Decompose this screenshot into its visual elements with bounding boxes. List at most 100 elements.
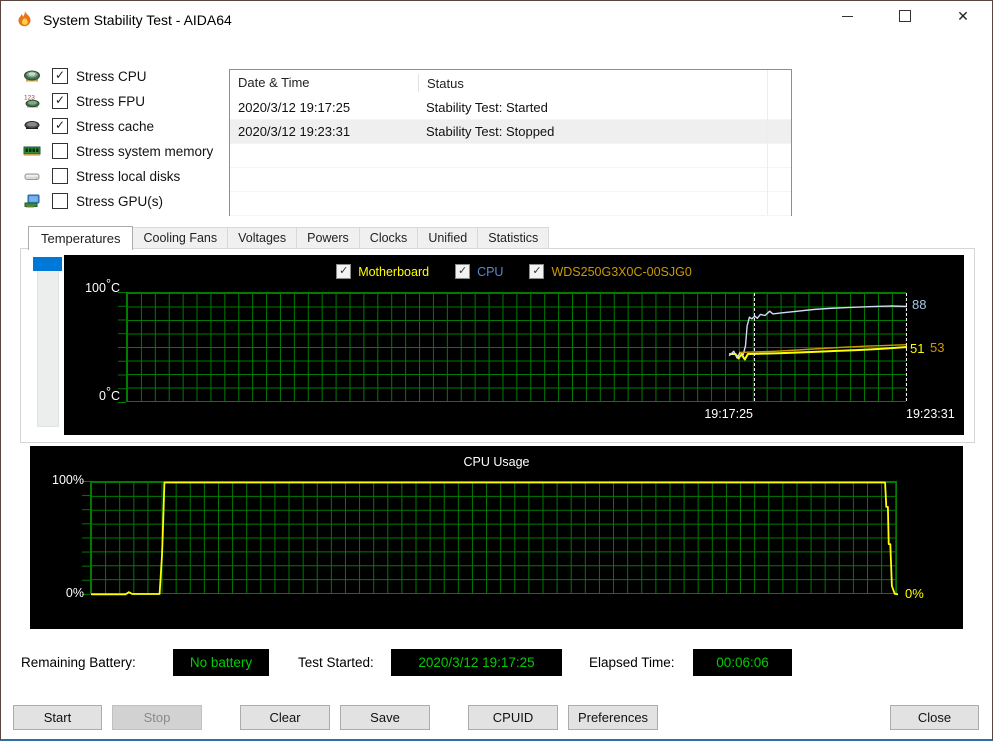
close-icon: ✕ <box>957 8 969 24</box>
drive-temp-value: 53 <box>930 340 945 355</box>
stress-option-label: Stress local disks <box>76 168 181 184</box>
table-row-empty[interactable] <box>230 168 791 192</box>
clear-button[interactable]: Clear <box>240 705 330 730</box>
stress-option-label: Stress CPU <box>76 68 147 84</box>
table-row-empty[interactable] <box>230 192 791 216</box>
column-header-status[interactable]: Status <box>419 76 464 91</box>
preferences-button[interactable]: Preferences <box>568 705 658 730</box>
stress-checkbox[interactable] <box>52 193 68 209</box>
stress-option-stress-cpu[interactable]: ✓ Stress CPU <box>23 65 213 87</box>
status-label-remaining-battery: Remaining Battery: <box>21 655 136 670</box>
stress-option-stress-cache[interactable]: ✓ Stress cache <box>23 115 213 137</box>
stop-button: Stop <box>112 705 202 730</box>
maximize-icon <box>899 10 911 22</box>
start-button[interactable]: Start <box>13 705 102 730</box>
stress-option-label: Stress cache <box>76 118 155 134</box>
fpu-icon: 123 <box>23 93 43 109</box>
log-status-cell: Stability Test: Stopped <box>426 124 555 139</box>
cpu-usage-title: CPU Usage <box>463 455 530 469</box>
cpu-usage-graph: CPU Usage 100% 0% 0% <box>30 446 963 629</box>
titlebar[interactable]: System Stability Test - AIDA64 ✕ <box>1 1 992 41</box>
table-row[interactable]: 2020/3/12 19:17:25 Stability Test: Start… <box>230 96 791 120</box>
temp-x-tick-start: 19:17:25 <box>704 407 753 421</box>
stress-option-label: Stress system memory <box>76 143 214 159</box>
cpu-y-ticks <box>82 481 90 595</box>
legend-item-cpu: ✓ CPU <box>455 264 503 279</box>
legend-label: Motherboard <box>358 264 430 279</box>
legend-item-wds250g3x0c-00sjg0: ✓ WDS250G3X0C-00SJG0 <box>529 264 692 279</box>
stress-checkbox[interactable] <box>52 168 68 184</box>
stress-checkbox[interactable] <box>52 143 68 159</box>
cache-icon <box>23 118 43 134</box>
temperatures-tab-panel: ✓ Motherboard ✓ CPU ✓ WDS250G3X0C-00SJG0… <box>20 248 975 443</box>
graph-tabs: Temperatures Cooling Fans Voltages Power… <box>28 226 550 250</box>
minimize-icon <box>841 15 853 17</box>
cpu-plot-area <box>90 481 899 596</box>
window-title: System Stability Test - AIDA64 <box>43 12 232 28</box>
cpu-icon <box>23 68 43 84</box>
legend-label: WDS250G3X0C-00SJG0 <box>551 264 692 279</box>
log-status-cell: Stability Test: Started <box>426 100 548 115</box>
tab-cooling-fans[interactable]: Cooling Fans <box>132 227 229 249</box>
legend-checkbox[interactable]: ✓ <box>336 264 352 279</box>
current-time-marker-line <box>906 293 907 401</box>
table-row[interactable]: 2020/3/12 19:23:31 Stability Test: Stopp… <box>230 120 791 144</box>
button-row: Start Stop Clear Save CPUID Preferences Close <box>1 705 992 730</box>
event-log-table: Date & Time Status 2020/3/12 19:17:25 St… <box>229 69 792 216</box>
stress-checkbox[interactable]: ✓ <box>52 68 68 84</box>
tab-temperatures[interactable]: Temperatures <box>28 226 134 250</box>
tab-unified[interactable]: Unified <box>417 227 479 249</box>
close-button[interactable]: Close <box>890 705 979 730</box>
tab-clocks[interactable]: Clocks <box>358 227 419 249</box>
status-value-test-started: 2020/3/12 19:17:25 <box>391 649 562 676</box>
log-datetime-cell: 2020/3/12 19:17:25 <box>238 100 351 115</box>
status-label-elapsed-time: Elapsed Time: <box>589 655 675 670</box>
stability-test-window: System Stability Test - AIDA64 ✕ ✓ Stres… <box>0 0 993 741</box>
tab-voltages[interactable]: Voltages <box>227 227 298 249</box>
legend-checkbox[interactable]: ✓ <box>529 264 545 279</box>
stress-option-stress-fpu[interactable]: 123 ✓ Stress FPU <box>23 90 213 112</box>
temp-y-max-label: 100°C <box>85 277 120 295</box>
table-header: Date & Time Status <box>230 70 791 96</box>
graph-scrollbar-thumb[interactable] <box>33 257 62 271</box>
stress-option-stress-gpu-s[interactable]: Stress GPU(s) <box>23 190 213 212</box>
motherboard-temp-value: 51 <box>910 341 925 356</box>
temperature-legend: ✓ Motherboard ✓ CPU ✓ WDS250G3X0C-00SJG0 <box>64 264 964 279</box>
stress-checkbox[interactable]: ✓ <box>52 118 68 134</box>
stress-checkbox[interactable]: ✓ <box>52 93 68 109</box>
graph-scrollbar-track[interactable] <box>37 259 59 427</box>
cpu-y-max-label: 100% <box>52 473 84 487</box>
save-button[interactable]: Save <box>340 705 430 730</box>
status-bar: Remaining Battery: No battery Test Start… <box>1 649 992 677</box>
legend-checkbox[interactable]: ✓ <box>455 264 471 279</box>
cpu-usage-end-value: 0% <box>905 586 924 601</box>
tab-statistics[interactable]: Statistics <box>477 227 550 249</box>
test-start-marker-line <box>754 293 755 401</box>
maximize-button[interactable] <box>876 1 934 31</box>
log-datetime-cell: 2020/3/12 19:23:31 <box>238 124 351 139</box>
minimize-button[interactable] <box>818 1 876 31</box>
status-value-remaining-battery: No battery <box>173 649 269 676</box>
stress-option-stress-system-memory[interactable]: Stress system memory <box>23 140 213 162</box>
temp-y-min-label: 0°C <box>99 385 120 403</box>
close-window-button[interactable]: ✕ <box>934 1 992 31</box>
tab-powers[interactable]: Powers <box>296 227 360 249</box>
status-value-elapsed-time: 00:06:06 <box>693 649 792 676</box>
temp-plot-area <box>126 292 908 402</box>
memory-icon <box>23 143 43 159</box>
stress-option-stress-local-disks[interactable]: Stress local disks <box>23 165 213 187</box>
series-cpu-usage <box>91 481 899 596</box>
cpu-y-min-label: 0% <box>65 586 84 600</box>
series-cpu <box>728 305 908 359</box>
stress-option-label: Stress GPU(s) <box>76 193 164 209</box>
temp-y-ticks <box>118 292 126 403</box>
table-row-empty[interactable] <box>230 144 791 168</box>
column-header-datetime[interactable]: Date & Time <box>230 74 419 92</box>
temp-x-tick-end: 19:23:31 <box>906 407 955 421</box>
legend-item-motherboard: ✓ Motherboard <box>336 264 429 279</box>
table-scrollbar-gutter <box>767 70 768 215</box>
temperature-graph: ✓ Motherboard ✓ CPU ✓ WDS250G3X0C-00SJG0… <box>64 255 964 435</box>
cpuid-button[interactable]: CPUID <box>468 705 558 730</box>
aida64-flame-icon <box>14 9 36 31</box>
status-label-test-started: Test Started: <box>298 655 374 670</box>
